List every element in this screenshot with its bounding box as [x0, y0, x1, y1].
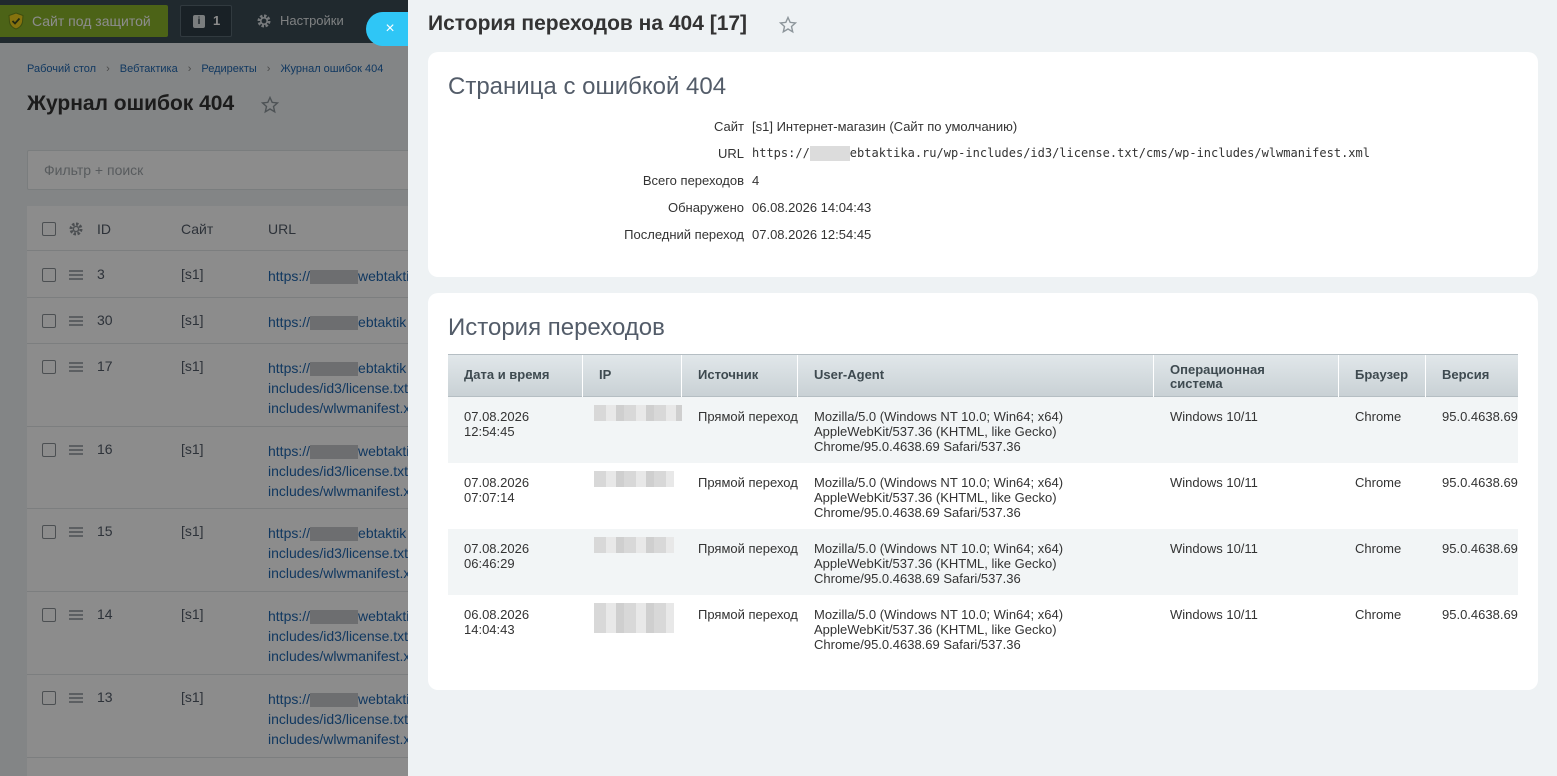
error-page-card: Страница с ошибкой 404 Сайт [s1] Интерне…	[428, 52, 1538, 277]
redacted-ip	[594, 471, 674, 487]
prop-url: URL https:// ebtaktika.ru/wp-includes/id3…	[428, 146, 1538, 164]
history-card: История переходов Дата и время IP Источн…	[428, 293, 1538, 690]
ua-line: Mozilla/5.0 (Windows NT 10.0; Win64; x64…	[814, 475, 1064, 490]
prop-detected: Обнаружено 06.08.2026 14:04:43	[428, 200, 1538, 218]
cell-os: Windows 10/11	[1170, 409, 1258, 424]
star-icon[interactable]	[779, 16, 797, 34]
table-row: 07.08.2026 06:46:29 Прямой переход Mozill…	[448, 529, 1518, 595]
ua-line: Mozilla/5.0 (Windows NT 10.0; Win64; x64…	[814, 541, 1064, 556]
prop-value: 06.08.2026 14:04:43	[752, 200, 872, 215]
date-text: 07.08.2026	[464, 409, 530, 424]
column-header-source[interactable]: Источник	[682, 355, 798, 398]
time-text: 06:46:29	[464, 556, 515, 571]
cell-user-agent: Mozilla/5.0 (Windows NT 10.0; Win64; x64…	[814, 541, 1063, 586]
prop-label: Последний переход	[624, 227, 744, 242]
ua-line: Chrome/95.0.4638.69 Safari/537.36	[814, 505, 1021, 520]
panel-title: История переходов на 404 [17]	[428, 12, 748, 35]
header-label: User-Agent	[814, 367, 885, 382]
cell-source: Прямой переход	[698, 607, 798, 622]
prop-label: Всего переходов	[642, 173, 744, 188]
overlay-dimmer[interactable]	[0, 0, 408, 776]
cell-user-agent: Mozilla/5.0 (Windows NT 10.0; Win64; x64…	[814, 475, 1063, 520]
cell-browser: Chrome	[1355, 475, 1402, 490]
ua-line: Mozilla/5.0 (Windows NT 10.0; Win64; x64…	[814, 607, 1064, 622]
ua-line: Mozilla/5.0 (Windows NT 10.0; Win64; x64…	[814, 409, 1064, 424]
cell-datetime: 07.08.2026 07:07:14	[464, 475, 529, 505]
header-label: Дата и время	[464, 367, 550, 382]
column-header-os[interactable]: Операционная система	[1154, 355, 1339, 398]
cell-version: 95.0.4638.69	[1442, 607, 1518, 622]
redacted-ip	[594, 603, 674, 633]
cell-browser: Chrome	[1355, 607, 1402, 622]
ua-line: Chrome/95.0.4638.69 Safari/537.36	[814, 637, 1021, 652]
table-row: 06.08.2026 14:04:43 Прямой переход Mozill…	[448, 595, 1518, 661]
history-table-header: Дата и время IP Источник User-Agent Опер…	[448, 354, 1518, 398]
cell-datetime: 07.08.2026 06:46:29	[464, 541, 529, 571]
ua-line: AppleWebKit/537.36 (KHTML, like Gecko)	[814, 622, 1057, 637]
cell-browser: Chrome	[1355, 541, 1402, 556]
cell-datetime: 07.08.2026 12:54:45	[464, 409, 529, 439]
cell-version: 95.0.4638.69	[1442, 541, 1518, 556]
cell-source: Прямой переход	[698, 475, 798, 490]
date-text: 07.08.2026	[464, 475, 530, 490]
prop-value: [s1] Интернет-магазин (Сайт по умолчанию…	[752, 119, 1018, 134]
prop-label: Обнаружено	[667, 200, 744, 215]
prop-site: Сайт [s1] Интернет-магазин (Сайт по умол…	[428, 119, 1538, 137]
prop-label: URL	[717, 146, 744, 161]
prop-value: https:// ebtaktika.ru/wp-includes/id3/lic…	[752, 146, 1370, 161]
ua-line: AppleWebKit/537.36 (KHTML, like Gecko)	[814, 424, 1057, 439]
column-header-browser[interactable]: Браузер	[1339, 355, 1426, 398]
ua-line: AppleWebKit/537.36 (KHTML, like Gecko)	[814, 490, 1057, 505]
column-header-datetime[interactable]: Дата и время	[448, 355, 583, 398]
close-slider-button[interactable]: ×	[366, 12, 410, 46]
cell-user-agent: Mozilla/5.0 (Windows NT 10.0; Win64; x64…	[814, 409, 1063, 454]
time-text: 12:54:45	[464, 424, 515, 439]
ua-line: AppleWebKit/537.36 (KHTML, like Gecko)	[814, 556, 1057, 571]
cell-version: 95.0.4638.69	[1442, 409, 1518, 424]
table-row: 07.08.2026 12:54:45 Прямой переход Mozill…	[448, 397, 1518, 463]
redacted-ip	[594, 405, 682, 421]
table-row: 07.08.2026 07:07:14 Прямой переход Mozill…	[448, 463, 1518, 529]
header-label: Браузер	[1355, 367, 1409, 382]
cell-source: Прямой переход	[698, 409, 798, 424]
time-text: 14:04:43	[464, 622, 515, 637]
ua-line: Chrome/95.0.4638.69 Safari/537.36	[814, 571, 1021, 586]
cell-os: Windows 10/11	[1170, 607, 1258, 622]
cell-os: Windows 10/11	[1170, 541, 1258, 556]
url-part: ebtaktika.ru/wp-includes/id3/license.txt…	[849, 146, 1370, 160]
prop-total: Всего переходов 4	[428, 173, 1538, 191]
error-page-card-title: Страница с ошибкой 404	[448, 73, 727, 100]
cell-os: Windows 10/11	[1170, 475, 1258, 490]
prop-label: Сайт	[714, 119, 744, 134]
header-label: Источник	[698, 367, 759, 382]
cell-version: 95.0.4638.69	[1442, 475, 1518, 490]
column-header-user-agent[interactable]: User-Agent	[798, 355, 1154, 398]
header-label: IP	[599, 367, 612, 382]
cell-datetime: 06.08.2026 14:04:43	[464, 607, 529, 637]
history-card-title: История переходов	[448, 314, 665, 341]
redacted-block	[809, 146, 850, 161]
header-label: Версия	[1442, 367, 1490, 382]
date-text: 06.08.2026	[464, 607, 530, 622]
prop-last-visit: Последний переход 07.08.2026 12:54:45	[428, 227, 1538, 245]
cell-source: Прямой переход	[698, 541, 798, 556]
prop-value: 4	[752, 173, 760, 188]
slider-panel: История переходов на 404 [17] Страница с…	[408, 0, 1557, 776]
cell-browser: Chrome	[1355, 409, 1402, 424]
column-header-version[interactable]: Версия	[1426, 355, 1518, 398]
url-part: https://	[752, 146, 810, 160]
close-icon: ×	[385, 20, 395, 37]
ua-line: Chrome/95.0.4638.69 Safari/537.36	[814, 439, 1021, 454]
time-text: 07:07:14	[464, 490, 515, 505]
header-label: Операционная система	[1170, 362, 1265, 391]
prop-value: 07.08.2026 12:54:45	[752, 227, 872, 242]
redacted-ip	[594, 537, 674, 553]
cell-user-agent: Mozilla/5.0 (Windows NT 10.0; Win64; x64…	[814, 607, 1063, 652]
column-header-ip[interactable]: IP	[583, 355, 682, 398]
date-text: 07.08.2026	[464, 541, 530, 556]
